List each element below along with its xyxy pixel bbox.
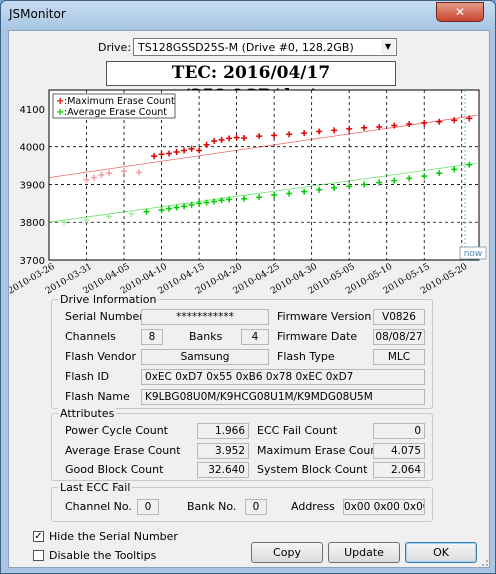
y-tick-label: 4100 [20, 105, 45, 116]
tec-banner: TEC: 2016/04/17 (358.9GB/day) [106, 61, 396, 106]
serial-number-value: *********** [141, 309, 269, 325]
disable-tooltips-label[interactable]: Disable the Tooltips [49, 549, 156, 562]
max-erase-value: 4.075 [373, 443, 425, 459]
firmware-version-label: Firmware Version [277, 310, 372, 323]
banks-value: 4 [241, 329, 269, 345]
power-cycle-value: 1.966 [197, 423, 249, 439]
resize-grip-icon[interactable] [479, 557, 489, 567]
max-erase-label: Maximum Erase Count [257, 444, 382, 457]
hide-serial-checkbox[interactable]: ✓ [33, 531, 44, 542]
drive-selected-value: TS128GSSD25S-M (Drive #0, 128.2GB) [138, 41, 354, 54]
last-ecc-title: Last ECC Fail [58, 481, 133, 494]
serial-number-label: Serial Number [65, 310, 144, 323]
flash-name-label: Flash Name [65, 390, 130, 403]
y-tick-label: 3900 [20, 180, 45, 191]
bank-no-label: Bank No. [187, 500, 237, 513]
system-block-label: System Block Count [257, 463, 368, 476]
flash-id-label: Flash ID [65, 370, 110, 383]
good-block-value: 32.640 [197, 462, 249, 478]
banks-label: Banks [189, 330, 223, 343]
copy-button[interactable]: Copy [251, 542, 323, 563]
now-label: now [464, 249, 483, 259]
y-tick-label: 3700 [20, 256, 45, 267]
close-button[interactable]: ✕ [436, 2, 484, 22]
erase-count-chart: 410040003900380037002010-03-262010-03-31… [9, 89, 487, 296]
firmware-version-value: V0826 [373, 309, 425, 325]
channel-no-value: 0 [137, 499, 159, 515]
drive-info-title: Drive Information [58, 293, 159, 306]
app-window: JSMonitor ✕ Drive: TS128GSSD25S-M (Drive… [0, 0, 496, 574]
window-title: JSMonitor [9, 7, 66, 21]
disable-tooltips-checkbox[interactable] [33, 550, 44, 561]
firmware-date-label: Firmware Date [277, 330, 358, 343]
legend-label: :Average Erase Count [64, 107, 167, 118]
flash-id-value: 0xEC 0xD7 0x55 0xB6 0x78 0xEC 0xD7 [141, 369, 425, 385]
address-value: 0x00 0x00 0x00 [343, 499, 425, 515]
channel-no-label: Channel No. [65, 500, 132, 513]
attributes-title: Attributes [58, 407, 117, 420]
legend-label: :Maximum Erase Count [64, 96, 175, 107]
chevron-down-icon[interactable]: ▼ [381, 40, 395, 54]
y-tick-label: 4000 [20, 143, 45, 154]
power-cycle-label: Power Cycle Count [65, 424, 168, 437]
channels-value: 8 [141, 329, 163, 345]
good-block-label: Good Block Count [65, 463, 164, 476]
firmware-date-value: 08/08/27 [373, 329, 425, 345]
flash-type-value: MLC [373, 349, 425, 365]
address-label: Address [291, 500, 335, 513]
bank-no-value: 0 [245, 499, 267, 515]
ecc-fail-label: ECC Fail Count [257, 424, 338, 437]
hide-serial-label[interactable]: Hide the Serial Number [49, 530, 178, 543]
client-area: Drive: TS128GSSD25S-M (Drive #0, 128.2GB… [8, 30, 490, 568]
avg-erase-label: Average Erase Count [65, 444, 181, 457]
ecc-fail-value: 0 [373, 423, 425, 439]
flash-vendor-label: Flash Vendor [65, 350, 136, 363]
flash-name-value: K9LBG08U0M/K9HCG08U1M/K9MDG08U5M [141, 389, 425, 405]
drive-dropdown[interactable]: TS128GSSD25S-M (Drive #0, 128.2GB) ▼ [133, 38, 397, 56]
y-tick-label: 3800 [20, 218, 45, 229]
flash-type-label: Flash Type [277, 350, 335, 363]
drive-label: Drive: [98, 41, 132, 54]
system-block-value: 2.064 [373, 462, 425, 478]
update-button[interactable]: Update [328, 542, 400, 563]
checkmark-icon: ✓ [34, 531, 43, 542]
title-bar: JSMonitor ✕ [1, 1, 495, 29]
channels-label: Channels [65, 330, 116, 343]
avg-erase-value: 3.952 [197, 443, 249, 459]
flash-vendor-value: Samsung [141, 349, 269, 365]
ok-button[interactable]: OK [405, 542, 477, 563]
